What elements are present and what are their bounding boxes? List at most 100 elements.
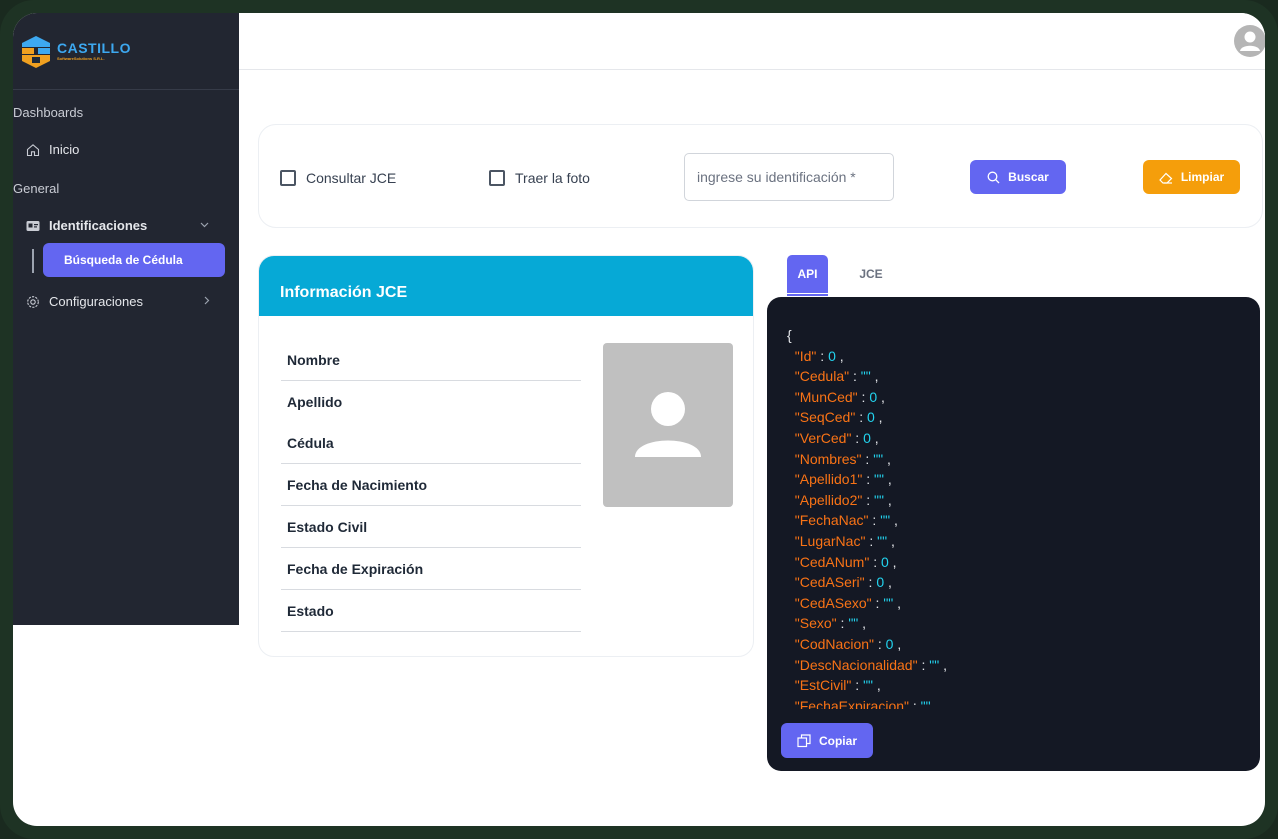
info-card-title: Información JCE	[259, 256, 753, 316]
section-dashboards: Dashboards	[13, 105, 84, 120]
field-nombre: Nombre	[281, 339, 581, 381]
json-code-block[interactable]: { "Id" : 0 , "Cedula" : "" , "MunCed" : …	[787, 325, 1247, 709]
field-apellido: Apellido	[287, 394, 343, 410]
gear-icon	[26, 295, 40, 309]
json-value: ""	[873, 450, 884, 467]
json-value: 0	[863, 429, 871, 446]
json-entry: "LugarNac" : "" ,	[794, 532, 895, 549]
app-screen: CASTILLO SoftwareSolutions S.R.L. Dashbo…	[13, 13, 1265, 826]
checkbox-label: Traer la foto	[515, 170, 590, 186]
tab-jce[interactable]: JCE	[851, 255, 891, 293]
info-jce-card: Información JCE Nombre Apellido Cédula F…	[258, 255, 754, 657]
sidebar-item-label: Inicio	[49, 142, 80, 157]
brand-logo[interactable]: CASTILLO SoftwareSolutions S.R.L.	[19, 33, 131, 69]
json-value: ""	[929, 656, 940, 673]
clear-button[interactable]: Limpiar	[1143, 160, 1240, 194]
json-key: "Apellido1"	[794, 471, 863, 488]
json-key: "Nombres"	[794, 450, 862, 467]
json-key: "SeqCed"	[794, 409, 856, 426]
search-button[interactable]: Buscar	[970, 160, 1066, 194]
home-icon	[26, 143, 40, 157]
json-entry: "Cedula" : "" ,	[794, 368, 879, 385]
consultar-jce-checkbox[interactable]: Consultar JCE	[280, 170, 396, 186]
json-value: ""	[863, 677, 874, 694]
json-key: "CedASeri"	[794, 574, 865, 591]
sidebar: CASTILLO SoftwareSolutions S.R.L. Dashbo…	[13, 13, 239, 625]
sidebar-item-identificaciones[interactable]: Identificaciones	[26, 218, 147, 233]
sidebar-item-label: Configuraciones	[49, 294, 143, 309]
field-fecha-expiracion: Fecha de Expiración	[281, 548, 581, 590]
json-value: 0	[876, 574, 885, 591]
json-key: "Cedula"	[794, 368, 850, 385]
traer-foto-checkbox[interactable]: Traer la foto	[489, 170, 590, 186]
section-general: General	[13, 181, 60, 196]
checkbox-box[interactable]	[489, 170, 505, 186]
json-entry: "Apellido1" : "" ,	[794, 471, 892, 488]
json-value: 0	[880, 553, 889, 570]
id-card-icon	[26, 219, 40, 233]
search-panel: Consultar JCE Traer la foto Buscar Limpi…	[258, 124, 1263, 228]
eraser-icon	[1158, 171, 1173, 184]
photo-placeholder	[603, 343, 733, 507]
tab-api[interactable]: API	[787, 255, 828, 293]
field-estado-civil: Estado Civil	[281, 506, 581, 548]
copy-button[interactable]: Copiar	[781, 723, 873, 758]
json-entry: "VerCed" : 0 ,	[794, 429, 879, 446]
sidebar-item-label: Búsqueda de Cédula	[64, 253, 183, 267]
json-value: ""	[883, 594, 894, 611]
identification-input[interactable]	[684, 153, 894, 201]
json-value: ""	[920, 697, 931, 709]
json-value: 0	[828, 347, 836, 364]
json-entry: "Apellido2" : "" ,	[794, 491, 892, 508]
search-icon	[987, 171, 1000, 184]
json-key: "Apellido2"	[794, 491, 863, 508]
field-cedula: Cédula	[281, 422, 581, 464]
checkbox-label: Consultar JCE	[306, 170, 397, 186]
json-entry: "Sexo" : "" ,	[794, 615, 867, 632]
json-entry: "FechaExpiracion" : "" ,	[787, 696, 1247, 709]
tab-active-indicator	[787, 294, 828, 296]
field-estado: Estado	[281, 590, 581, 632]
checkbox-box[interactable]	[280, 170, 296, 186]
json-key: "EstCivil"	[794, 677, 852, 694]
json-key: "VerCed"	[794, 429, 852, 446]
json-key: "DescNacionalidad"	[794, 656, 918, 673]
chevron-down-icon[interactable]	[199, 219, 210, 233]
json-key: "MunCed"	[794, 388, 858, 405]
json-entry: "CodNacion" : 0 ,	[794, 635, 902, 652]
json-key: "FechaNac"	[794, 512, 869, 529]
json-entry: "EstCivil" : "" ,	[794, 677, 881, 694]
json-key: "CodNacion"	[794, 635, 874, 652]
field-fecha-nacimiento: Fecha de Nacimiento	[281, 464, 581, 506]
json-value: ""	[860, 368, 871, 385]
json-key: "LugarNac"	[794, 532, 866, 549]
sidebar-item-inicio[interactable]: Inicio	[26, 142, 79, 157]
user-avatar-icon[interactable]	[1234, 25, 1265, 57]
json-value: ""	[880, 512, 891, 529]
json-response-panel: { "Id" : 0 , "Cedula" : "" , "MunCed" : …	[767, 297, 1260, 771]
json-key: "Sexo"	[794, 615, 837, 632]
chevron-right-icon[interactable]	[201, 295, 212, 309]
json-key: "CedASexo"	[794, 594, 872, 611]
device-frame: CASTILLO SoftwareSolutions S.R.L. Dashbo…	[0, 0, 1278, 839]
copy-button-label: Copiar	[818, 733, 857, 748]
json-entry: "SeqCed" : 0 ,	[794, 409, 883, 426]
sidebar-item-busqueda-cedula[interactable]: Búsqueda de Cédula	[43, 243, 225, 277]
json-value: ""	[874, 471, 884, 488]
logo-tagline: SoftwareSolutions S.R.L.	[57, 56, 105, 61]
castillo-logo-icon	[19, 33, 53, 69]
json-entry: "Nombres" : "" ,	[794, 450, 891, 467]
search-button-label: Buscar	[1008, 170, 1049, 184]
json-entry: "CedANum" : 0 ,	[794, 553, 897, 570]
json-open-brace: {	[787, 327, 792, 343]
submenu-indicator	[32, 249, 34, 273]
person-placeholder-icon	[635, 392, 701, 457]
json-entry: "CedASeri" : 0 ,	[794, 574, 892, 591]
json-entry: "MunCed" : 0 ,	[794, 388, 885, 405]
sidebar-item-configuraciones[interactable]: Configuraciones	[26, 294, 143, 309]
topbar	[239, 13, 1265, 70]
json-key: "Id"	[794, 347, 817, 364]
json-value: ""	[848, 615, 859, 632]
sidebar-divider	[13, 89, 239, 90]
logo-name: CASTILLO	[57, 40, 131, 56]
